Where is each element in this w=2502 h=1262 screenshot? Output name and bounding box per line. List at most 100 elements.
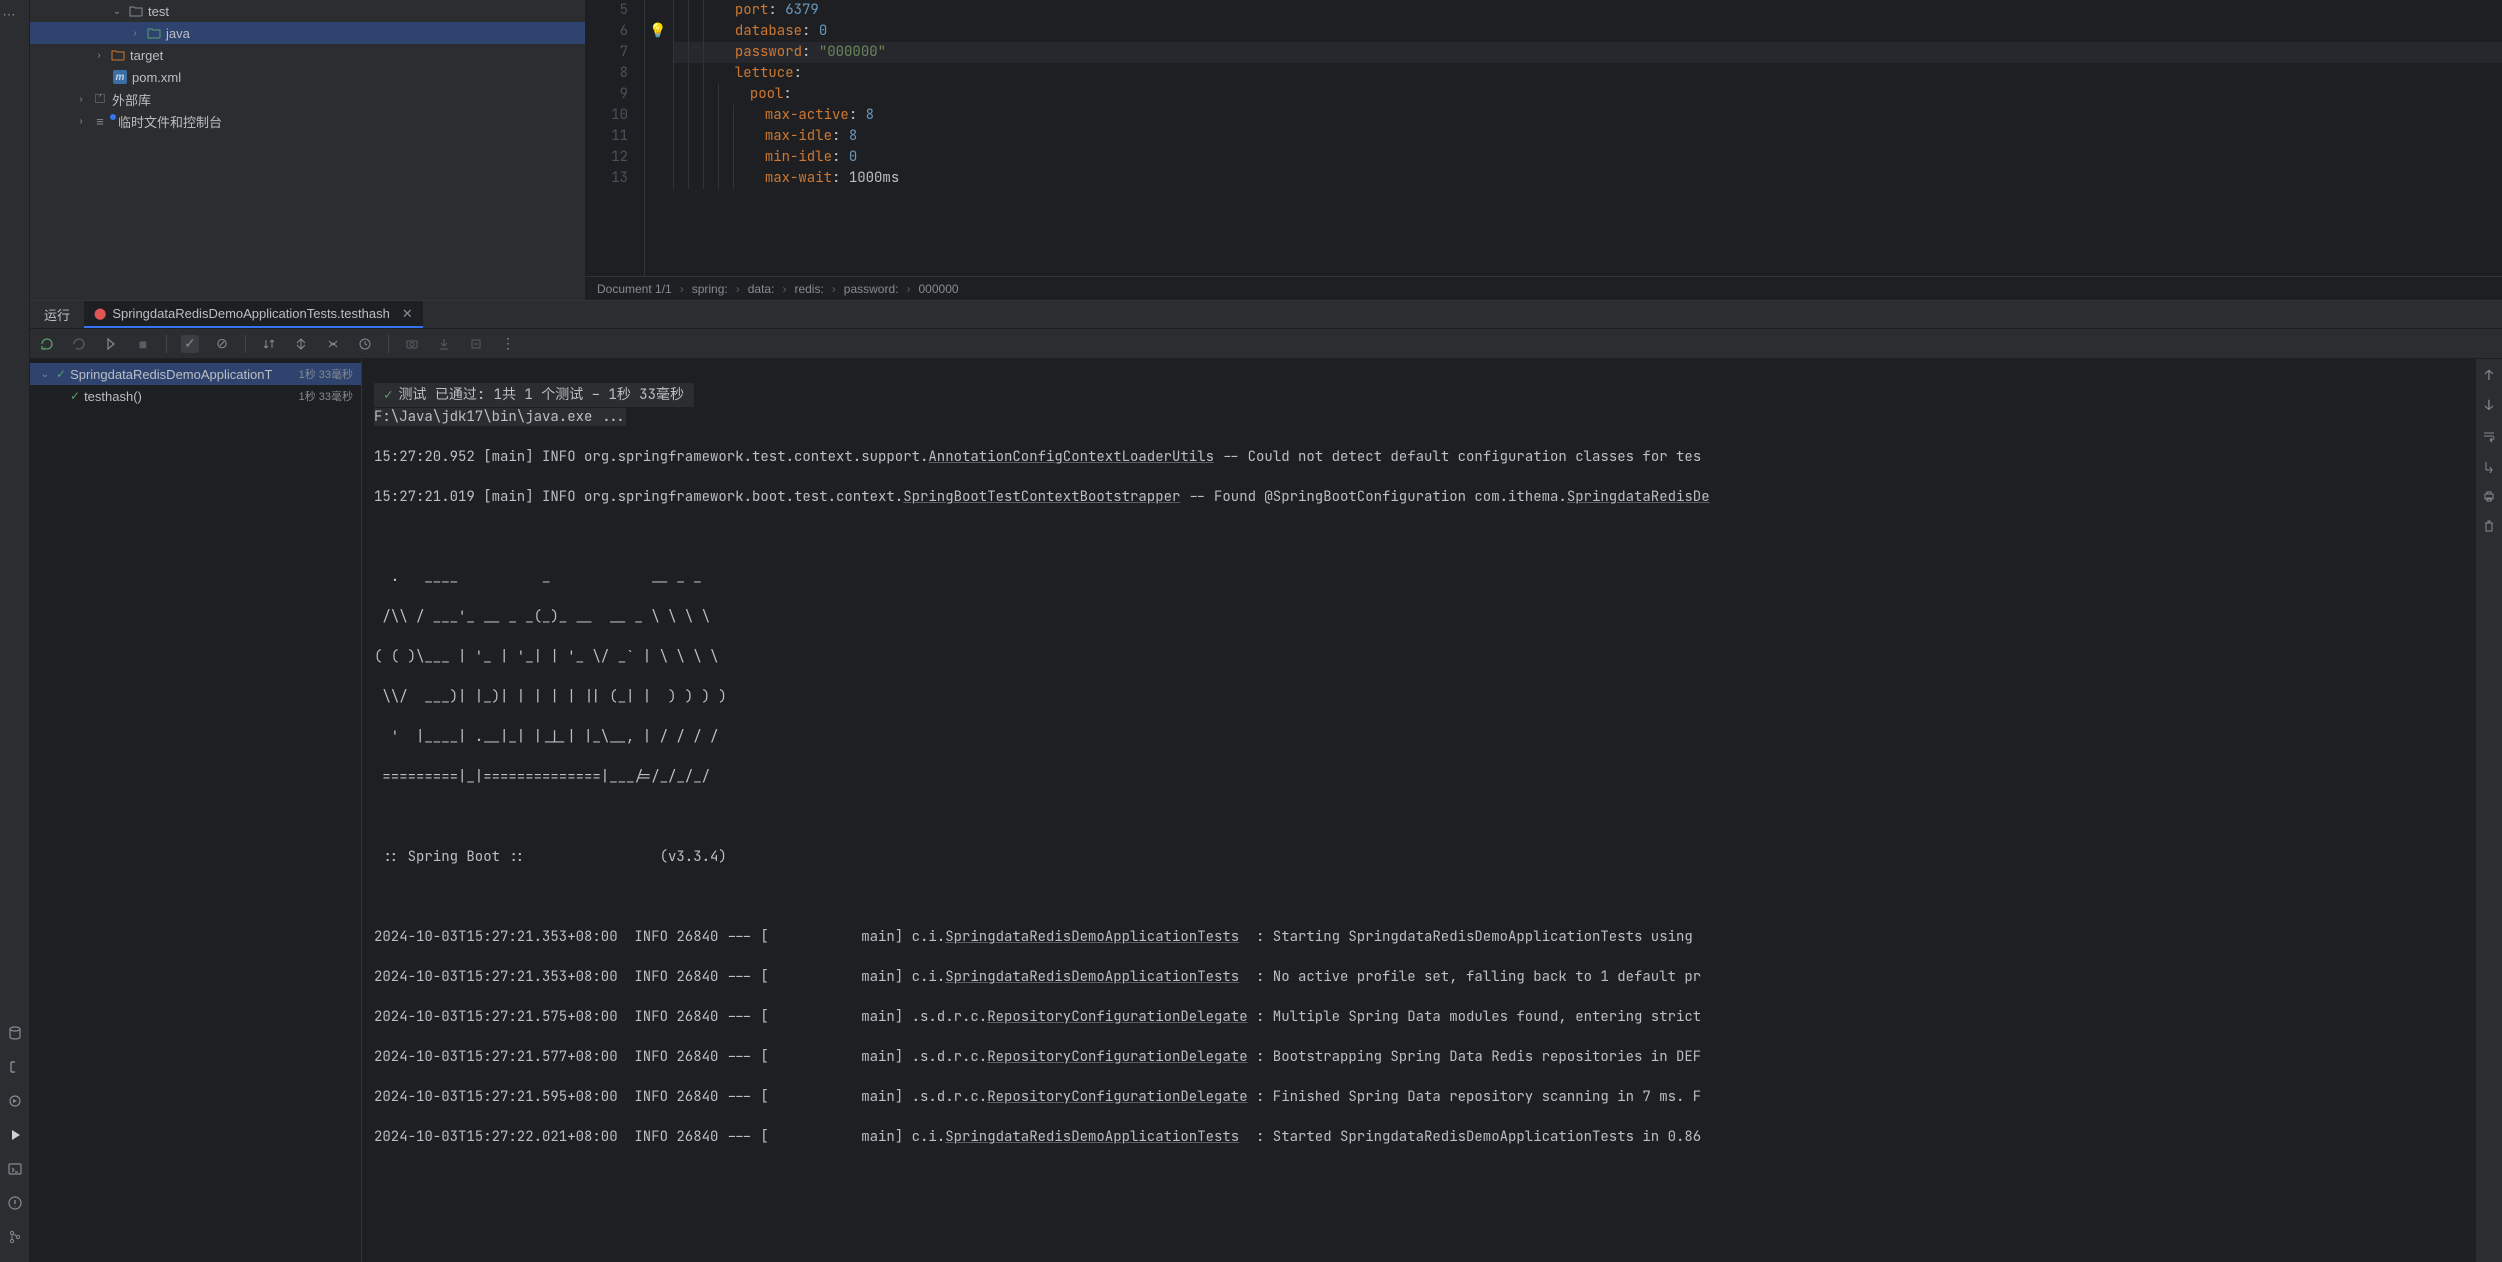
log-link[interactable]: SpringdataRedisDe: [1567, 488, 1710, 506]
more-icon[interactable]: ⋯: [0, 6, 18, 24]
console-output[interactable]: ✓ 测试 已通过: 1共 1 个测试 – 1秒 33毫秒 F:\Java\jdk…: [362, 359, 2502, 1262]
breadcrumb-item[interactable]: data:: [748, 282, 775, 296]
breadcrumb-item[interactable]: spring:: [692, 282, 728, 296]
log-link[interactable]: RepositoryConfigurationDelegate: [987, 1048, 1247, 1066]
rerun-failed-icon[interactable]: [70, 335, 88, 353]
toggle-auto-test-icon[interactable]: [102, 335, 120, 353]
log-text: : Started SpringdataRedisDemoApplication…: [1239, 1128, 1701, 1146]
log-link[interactable]: RepositoryConfigurationDelegate: [987, 1008, 1247, 1026]
folder-icon: [128, 3, 144, 19]
spring-version: :: Spring Boot :: (v3.3.4): [374, 847, 2476, 867]
tree-row-test[interactable]: ⌄ test: [30, 0, 585, 22]
stop-icon[interactable]: ■: [134, 335, 152, 353]
spring-banner: \\/ ___)| |_)| | | | | || (_| | ) ) ) ): [374, 687, 2476, 707]
close-icon[interactable]: ✕: [402, 306, 413, 322]
log-text: : Starting SpringdataRedisDemoApplicatio…: [1239, 928, 1701, 946]
log-link[interactable]: AnnotationConfigContextLoaderUtils: [928, 448, 1214, 466]
chevron-right-icon[interactable]: ›: [74, 94, 88, 105]
log-text: 15:27:21.019 [main] INFO org.springframe…: [374, 488, 903, 506]
soft-wrap-icon[interactable]: [2480, 427, 2498, 445]
run-body: ⌄ ✓ SpringdataRedisDemoApplicationT 1秒 3…: [30, 359, 2502, 1262]
yaml-value: 6379: [785, 1, 819, 19]
chevron-right-icon[interactable]: ›: [92, 50, 106, 61]
log-text: : Finished Spring Data repository scanni…: [1248, 1088, 1702, 1106]
log-link[interactable]: SpringdataRedisDemoApplicationTests: [945, 928, 1239, 946]
tree-label: 临时文件和控制台: [118, 112, 222, 131]
log-link[interactable]: SpringdataRedisDemoApplicationTests: [945, 1128, 1239, 1146]
scratch-icon: [92, 113, 108, 129]
test-results-tree[interactable]: ⌄ ✓ SpringdataRedisDemoApplicationT 1秒 3…: [30, 359, 362, 1262]
terminal-icon[interactable]: [6, 1160, 24, 1178]
log-text: : Bootstrapping Spring Data Redis reposi…: [1248, 1048, 1702, 1066]
top-split: ⌄ test › java › target m pom.xml › 外: [30, 0, 2502, 300]
run-active-tab[interactable]: ⬤ SpringdataRedisDemoApplicationTests.te…: [84, 301, 423, 328]
log-text: 2024-10-03T15:27:22.021+08:00 INFO 26840…: [374, 1128, 945, 1146]
tree-row-external-libs[interactable]: › 外部库: [30, 88, 585, 110]
problems-icon[interactable]: [6, 1194, 24, 1212]
yaml-key: database: [735, 22, 802, 40]
yaml-key: max-wait: [765, 169, 832, 187]
run-icon[interactable]: [6, 1126, 24, 1144]
project-tree[interactable]: ⌄ test › java › target m pom.xml › 外: [30, 0, 585, 300]
export-icon[interactable]: [435, 335, 453, 353]
log-link[interactable]: SpringdataRedisDemoApplicationTests: [945, 968, 1239, 986]
sort-icon[interactable]: [260, 335, 278, 353]
show-passed-icon[interactable]: ✓: [181, 335, 199, 353]
folder-icon: [146, 25, 162, 41]
check-icon: ✓: [56, 367, 66, 381]
breadcrumb-item[interactable]: password:: [844, 282, 899, 296]
log-text: 2024-10-03T15:27:21.353+08:00 INFO 26840…: [374, 928, 945, 946]
show-ignored-icon[interactable]: ⊘: [213, 335, 231, 353]
clear-icon[interactable]: [2480, 517, 2498, 535]
scroll-down-icon[interactable]: ↓: [2480, 397, 2498, 415]
screenshot-icon[interactable]: [403, 335, 421, 353]
test-duration: 1秒 33毫秒: [299, 388, 353, 404]
import-icon[interactable]: [467, 335, 485, 353]
spring-banner: . ____ _ __ _ _: [374, 567, 2476, 587]
history-icon[interactable]: [356, 335, 374, 353]
test-duration: 1秒 33毫秒: [299, 366, 353, 382]
tree-row-java[interactable]: › java: [30, 22, 585, 44]
code-area[interactable]: port: 6379 database: 0 password: "000000…: [645, 0, 2502, 276]
chevron-down-icon[interactable]: ⌄: [110, 6, 124, 17]
breadcrumb-item[interactable]: redis:: [794, 282, 823, 296]
log-text: 2024-10-03T15:27:21.577+08:00 INFO 26840…: [374, 1048, 987, 1066]
yaml-value: 0: [819, 22, 827, 40]
vcs-icon[interactable]: [6, 1228, 24, 1246]
log-link[interactable]: SpringBootTestContextBootstrapper: [903, 488, 1180, 506]
log-text: 2024-10-03T15:27:21.595+08:00 INFO 26840…: [374, 1088, 987, 1106]
console-right-toolbar: ↑ ↓: [2476, 359, 2502, 1262]
test-method-row[interactable]: ✓ testhash() 1秒 33毫秒: [30, 385, 361, 407]
collapse-all-icon[interactable]: [324, 335, 342, 353]
tree-row-target[interactable]: › target: [30, 44, 585, 66]
run-tab-text: SpringdataRedisDemoApplicationTests.test…: [112, 306, 390, 321]
maven-icon: m: [112, 69, 128, 85]
editor-area: 5 6 7 8 9 10 11 12 13 💡 port: 6379 datab…: [585, 0, 2502, 300]
test-class-row[interactable]: ⌄ ✓ SpringdataRedisDemoApplicationT 1秒 3…: [30, 363, 361, 385]
scroll-up-icon[interactable]: ↑: [2480, 367, 2498, 385]
structure-icon[interactable]: [6, 1058, 24, 1076]
run-panel-title[interactable]: 运行: [30, 301, 84, 328]
expand-all-icon[interactable]: [292, 335, 310, 353]
scroll-to-end-icon[interactable]: [2480, 457, 2498, 475]
line-gutter: 5 6 7 8 9 10 11 12 13: [585, 0, 645, 276]
tree-label: java: [166, 26, 190, 41]
chevron-right-icon[interactable]: ›: [74, 116, 88, 127]
log-link[interactable]: RepositoryConfigurationDelegate: [987, 1088, 1247, 1106]
tree-row-pom[interactable]: m pom.xml: [30, 66, 585, 88]
tree-label: 外部库: [112, 90, 151, 109]
left-tool-rail: ⋯: [0, 0, 30, 1262]
services-icon[interactable]: [6, 1092, 24, 1110]
java-command: F:\Java\jdk17\bin\java.exe ...: [374, 408, 626, 426]
breadcrumb[interactable]: Document 1/1 › spring: › data: › redis: …: [585, 276, 2502, 300]
yaml-value: 0: [849, 148, 857, 166]
database-icon[interactable]: [6, 1024, 24, 1042]
chevron-right-icon[interactable]: ›: [128, 28, 142, 39]
rerun-icon[interactable]: [38, 335, 56, 353]
editor-content[interactable]: 5 6 7 8 9 10 11 12 13 💡 port: 6379 datab…: [585, 0, 2502, 276]
print-icon[interactable]: [2480, 487, 2498, 505]
more-options-icon[interactable]: ⋮: [499, 335, 517, 353]
tree-row-scratch[interactable]: › 临时文件和控制台: [30, 110, 585, 132]
chevron-down-icon[interactable]: ⌄: [38, 369, 52, 380]
run-panel: 运行 ⬤ SpringdataRedisDemoApplicationTests…: [30, 300, 2502, 1262]
